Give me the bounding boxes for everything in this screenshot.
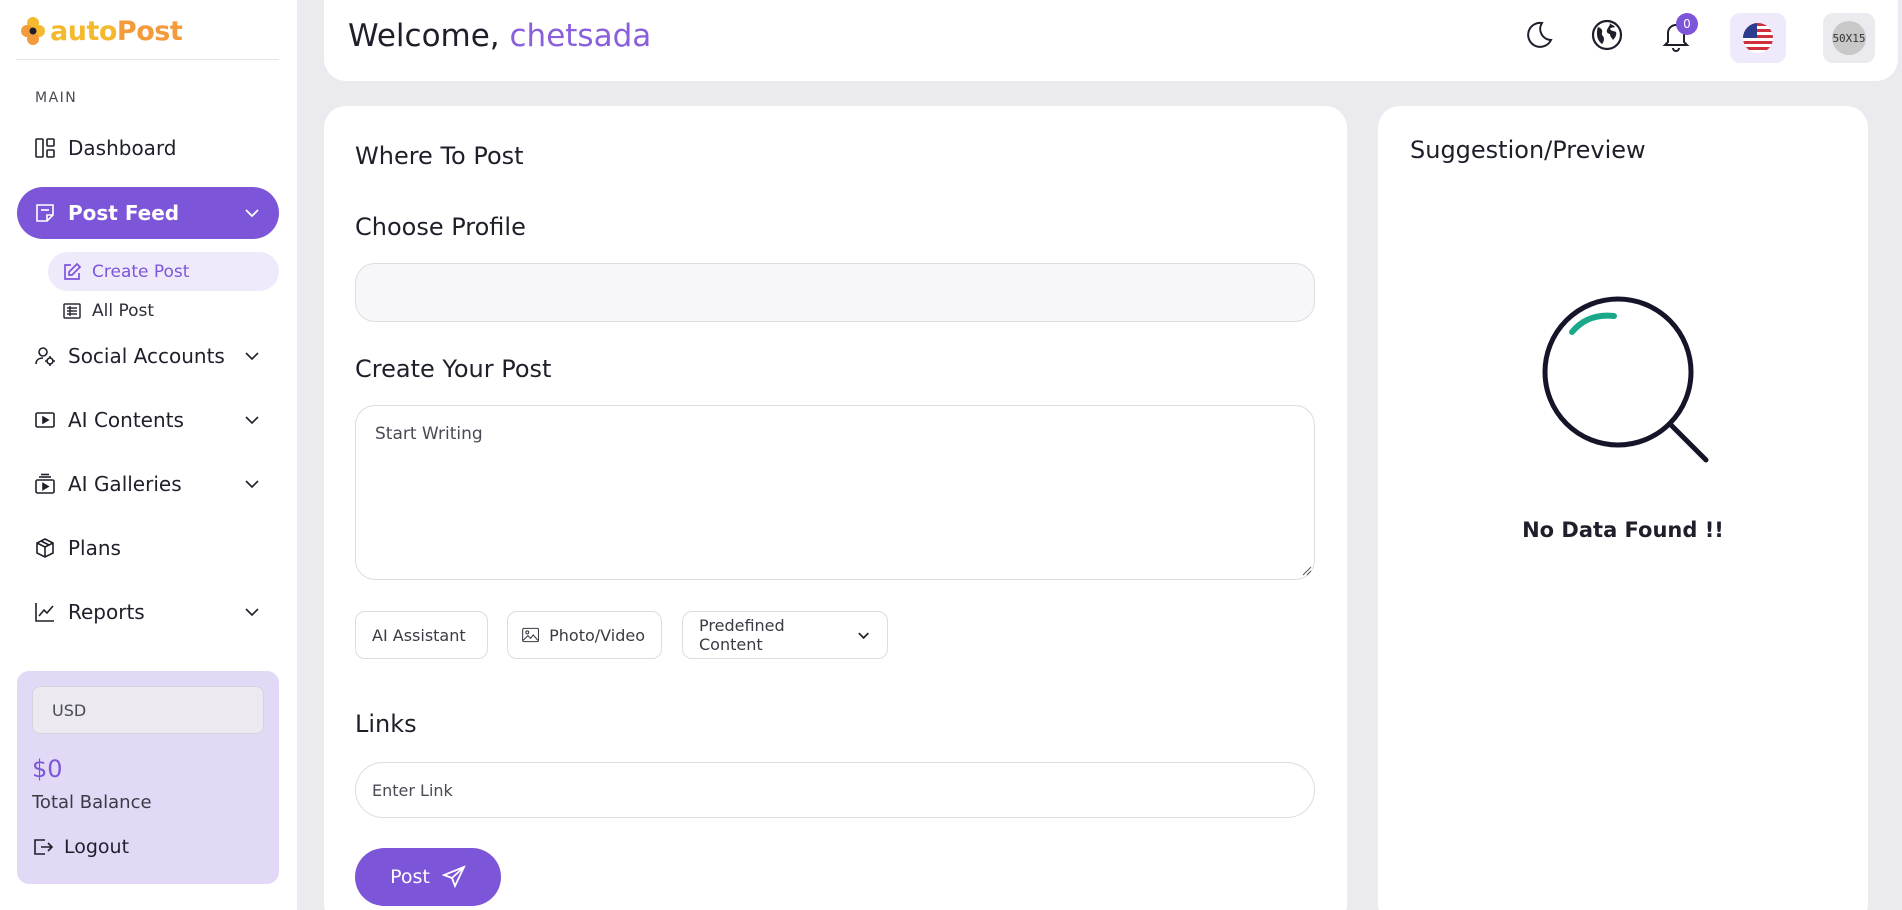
list-icon xyxy=(63,302,81,319)
sidebar-item-social-accounts[interactable]: Social Accounts xyxy=(17,330,279,382)
globe-icon xyxy=(1591,19,1623,51)
sidebar: autoPost MAIN Dashboard Post Feed Create… xyxy=(0,0,297,910)
choose-profile-label: Choose Profile xyxy=(355,213,526,241)
photo-video-label: Photo/Video xyxy=(549,625,645,645)
section-label-main: MAIN xyxy=(35,90,78,106)
chevron-down-icon xyxy=(858,632,869,640)
language-flag-button[interactable] xyxy=(1730,13,1786,63)
photo-video-button[interactable]: Photo/Video xyxy=(507,611,662,659)
chevron-down-icon xyxy=(245,608,259,617)
moon-icon xyxy=(1527,21,1553,48)
links-label: Links xyxy=(355,710,417,738)
plans-icon xyxy=(36,538,54,558)
link-input[interactable] xyxy=(355,762,1315,818)
resize-handle-icon[interactable] xyxy=(1302,566,1312,576)
welcome-prefix: Welcome, xyxy=(348,18,500,54)
chevron-down-icon xyxy=(245,209,259,218)
create-post-card: Where To Post Choose Profile Create Your… xyxy=(324,106,1347,910)
sidebar-item-ai-contents[interactable]: AI Contents xyxy=(17,394,279,446)
logo-icon xyxy=(21,17,45,45)
suggestion-preview-title: Suggestion/Preview xyxy=(1410,136,1646,164)
post-feed-icon xyxy=(36,204,54,222)
sidebar-item-reports[interactable]: Reports xyxy=(17,586,279,638)
balance-label: Total Balance xyxy=(32,792,152,813)
username: chetsada xyxy=(509,18,652,54)
dark-mode-toggle[interactable] xyxy=(1518,15,1558,55)
sidebar-item-label: Social Accounts xyxy=(68,344,225,368)
ai-assistant-button[interactable]: AI Assistant xyxy=(355,611,488,659)
create-post-label: Create Your Post xyxy=(355,355,552,383)
sidebar-item-label: Dashboard xyxy=(68,136,177,160)
language-globe-button[interactable] xyxy=(1587,15,1627,55)
sidebar-subitem-all-post[interactable]: All Post xyxy=(48,291,279,330)
where-to-post-title: Where To Post xyxy=(355,142,524,170)
sidebar-item-label: Post Feed xyxy=(68,201,180,225)
suggestion-preview-card: Suggestion/Preview No Data Found !! xyxy=(1378,106,1868,910)
us-flag-icon xyxy=(1743,23,1773,53)
sidebar-subitem-label: Create Post xyxy=(92,261,190,282)
sidebar-item-label: AI Galleries xyxy=(68,472,182,496)
logout-icon xyxy=(34,839,54,855)
sidebar-subitem-create-post[interactable]: Create Post xyxy=(48,252,279,291)
logout-label: Logout xyxy=(64,836,130,858)
profile-select[interactable] xyxy=(355,263,1315,322)
dashboard-icon xyxy=(35,138,55,158)
balance-card: USD $0 Total Balance Logout xyxy=(17,671,279,884)
currency-select[interactable]: USD xyxy=(32,686,264,734)
ai-contents-icon xyxy=(35,412,55,428)
predefined-content-dropdown[interactable]: Predefined Content xyxy=(682,611,888,659)
edit-icon xyxy=(64,262,82,280)
welcome-heading: Welcome, chetsada xyxy=(348,18,651,54)
chevron-down-icon xyxy=(245,480,259,489)
top-header: Welcome, chetsada 0 50X15 xyxy=(324,0,1898,81)
post-submit-button[interactable]: Post xyxy=(355,848,501,906)
magnifier-illustration-icon xyxy=(1542,296,1709,463)
sidebar-item-plans[interactable]: Plans xyxy=(17,522,279,574)
user-menu-button[interactable]: 50X15 xyxy=(1823,13,1875,63)
sidebar-item-label: Reports xyxy=(68,600,145,624)
notifications-button[interactable]: 0 xyxy=(1656,13,1698,55)
divider xyxy=(16,59,279,60)
avatar: 50X15 xyxy=(1832,21,1866,55)
social-accounts-icon xyxy=(35,347,55,366)
sidebar-item-label: Plans xyxy=(68,536,121,560)
balance-amount: $0 xyxy=(32,755,63,783)
sidebar-item-post-feed[interactable]: Post Feed xyxy=(17,187,279,239)
post-button-label: Post xyxy=(390,866,430,888)
predefined-content-label: Predefined Content xyxy=(699,616,785,654)
brand-logo[interactable]: autoPost xyxy=(20,14,183,48)
send-icon xyxy=(441,865,466,889)
chevron-down-icon xyxy=(245,352,259,361)
sidebar-item-ai-galleries[interactable]: AI Galleries xyxy=(17,458,279,510)
sidebar-subitem-label: All Post xyxy=(92,300,155,321)
ai-assistant-label: AI Assistant xyxy=(372,625,466,645)
reports-icon xyxy=(35,603,54,622)
post-content-textarea[interactable] xyxy=(355,405,1315,580)
sidebar-item-dashboard[interactable]: Dashboard xyxy=(17,122,279,174)
no-data-message: No Data Found !! xyxy=(1522,518,1724,542)
notification-count-badge: 0 xyxy=(1676,13,1698,35)
logout-button[interactable]: Logout xyxy=(32,836,129,858)
brand-name: autoPost xyxy=(50,15,183,47)
image-icon xyxy=(522,627,540,643)
sidebar-item-label: AI Contents xyxy=(68,408,184,432)
chevron-down-icon xyxy=(245,416,259,425)
ai-galleries-icon xyxy=(35,473,55,494)
